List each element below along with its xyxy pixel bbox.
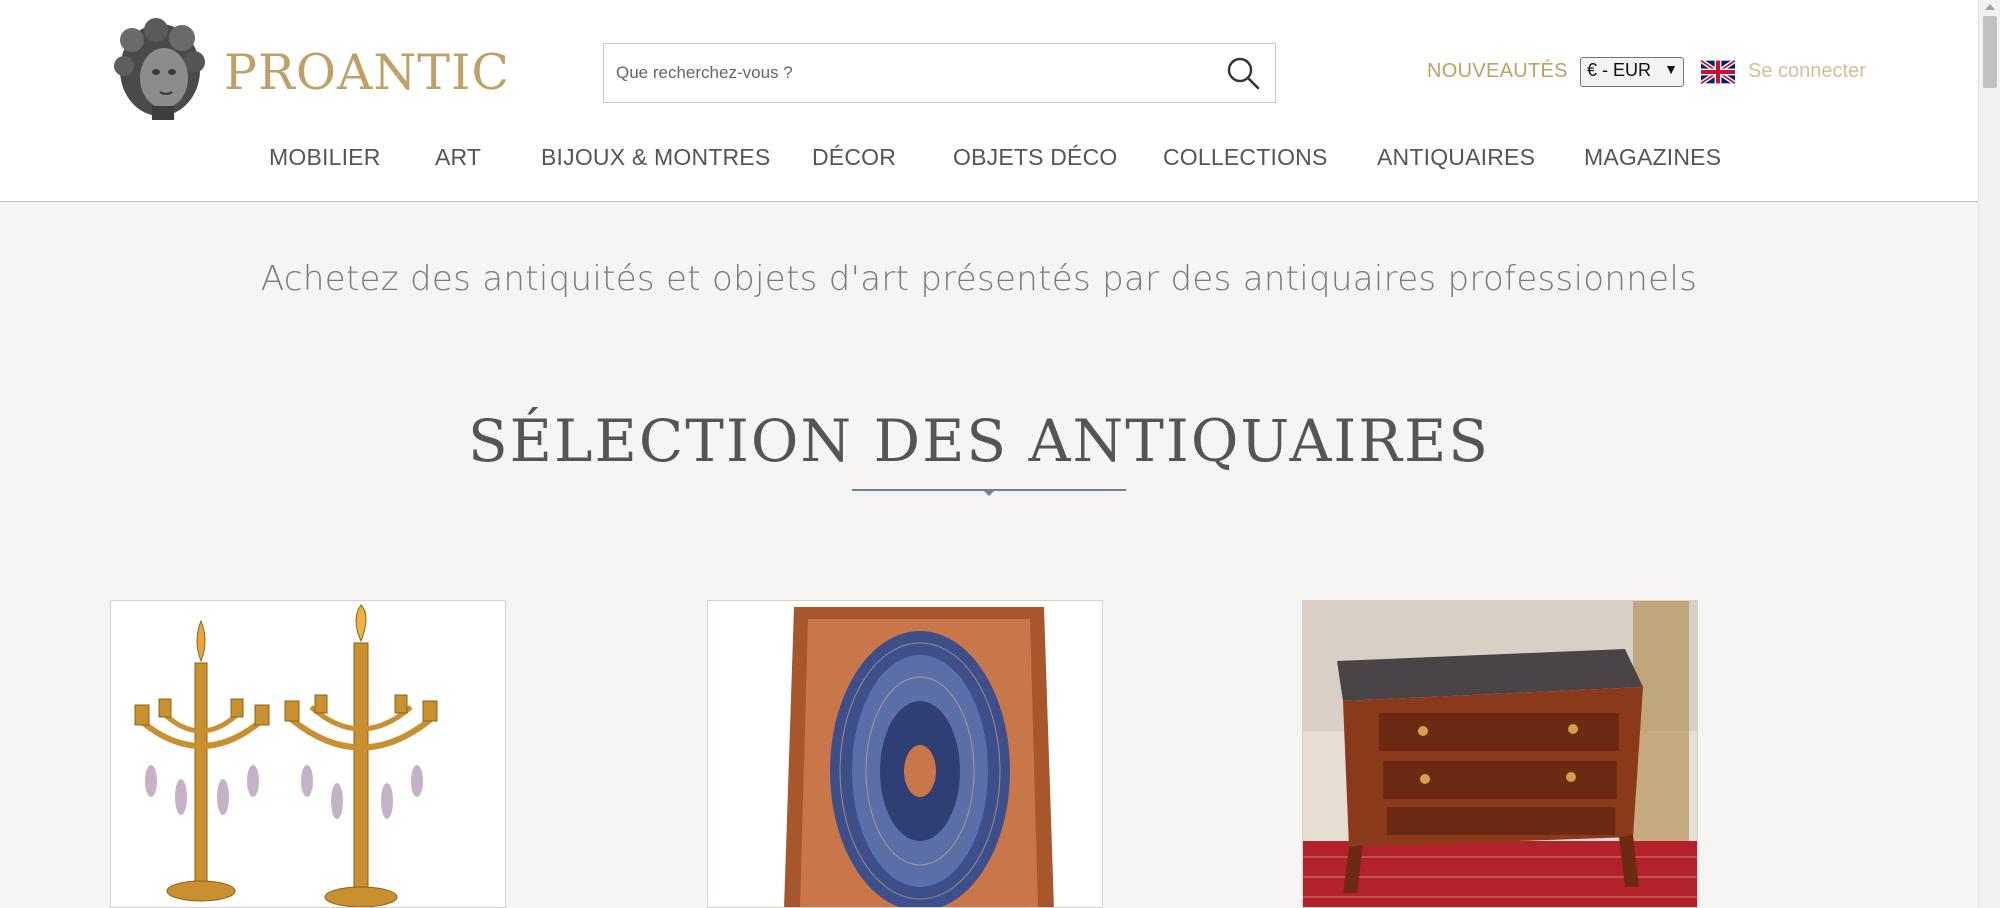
nav-item-decor[interactable]: DÉCOR <box>812 144 896 171</box>
nav-item-magazines[interactable]: MAGAZINES <box>1584 144 1721 171</box>
login-link[interactable]: Se connecter <box>1748 60 1866 83</box>
divider-arrow-icon <box>983 490 995 496</box>
nav-item-art[interactable]: ART <box>435 144 481 171</box>
new-arrivals-link[interactable]: NOUVEAUTÉS <box>1427 60 1568 83</box>
scrollbar-thumb[interactable] <box>1983 16 1997 88</box>
brand-name[interactable]: PROANTIC <box>224 44 510 101</box>
search-input[interactable] <box>616 44 1206 102</box>
search-icon[interactable] <box>1225 55 1261 91</box>
page-scrollbar[interactable] <box>1978 0 2000 908</box>
nav-item-objets-deco[interactable]: OBJETS DÉCO <box>953 144 1118 171</box>
uk-flag-icon[interactable] <box>1699 58 1737 86</box>
product-card-candelabra[interactable] <box>110 600 506 908</box>
nav-item-antiquaires[interactable]: ANTIQUAIRES <box>1377 144 1535 171</box>
site-header: PROANTIC NOUVEAUTÉS € - EUR ▼ Se connect… <box>0 0 1978 202</box>
search-box <box>603 43 1276 103</box>
tagline: Achetez des antiquités et objets d'art p… <box>260 259 1698 299</box>
nav-item-mobilier[interactable]: MOBILIER <box>269 144 381 171</box>
nav-item-bijoux-montres[interactable]: BIJOUX & MONTRES <box>541 144 770 171</box>
product-card-commode[interactable] <box>1302 600 1698 908</box>
nav-item-collections[interactable]: COLLECTIONS <box>1163 144 1328 171</box>
scroll-up-arrow-icon[interactable] <box>1985 4 1995 10</box>
product-card-rug[interactable] <box>707 600 1103 908</box>
candelabra-image <box>111 601 505 907</box>
currency-select[interactable]: € - EUR ▼ <box>1580 57 1684 87</box>
chevron-down-icon: ▼ <box>1664 61 1678 77</box>
main-nav: MOBILIER ART BIJOUX & MONTRES DÉCOR OBJE… <box>0 144 1978 184</box>
marquetry-commode-image <box>1303 601 1697 907</box>
currency-value: € - EUR <box>1587 60 1652 80</box>
persian-rug-image <box>708 601 1102 907</box>
sculpted-head-logo-icon[interactable] <box>110 18 210 122</box>
section-title: SÉLECTION DES ANTIQUAIRES <box>467 407 1491 475</box>
